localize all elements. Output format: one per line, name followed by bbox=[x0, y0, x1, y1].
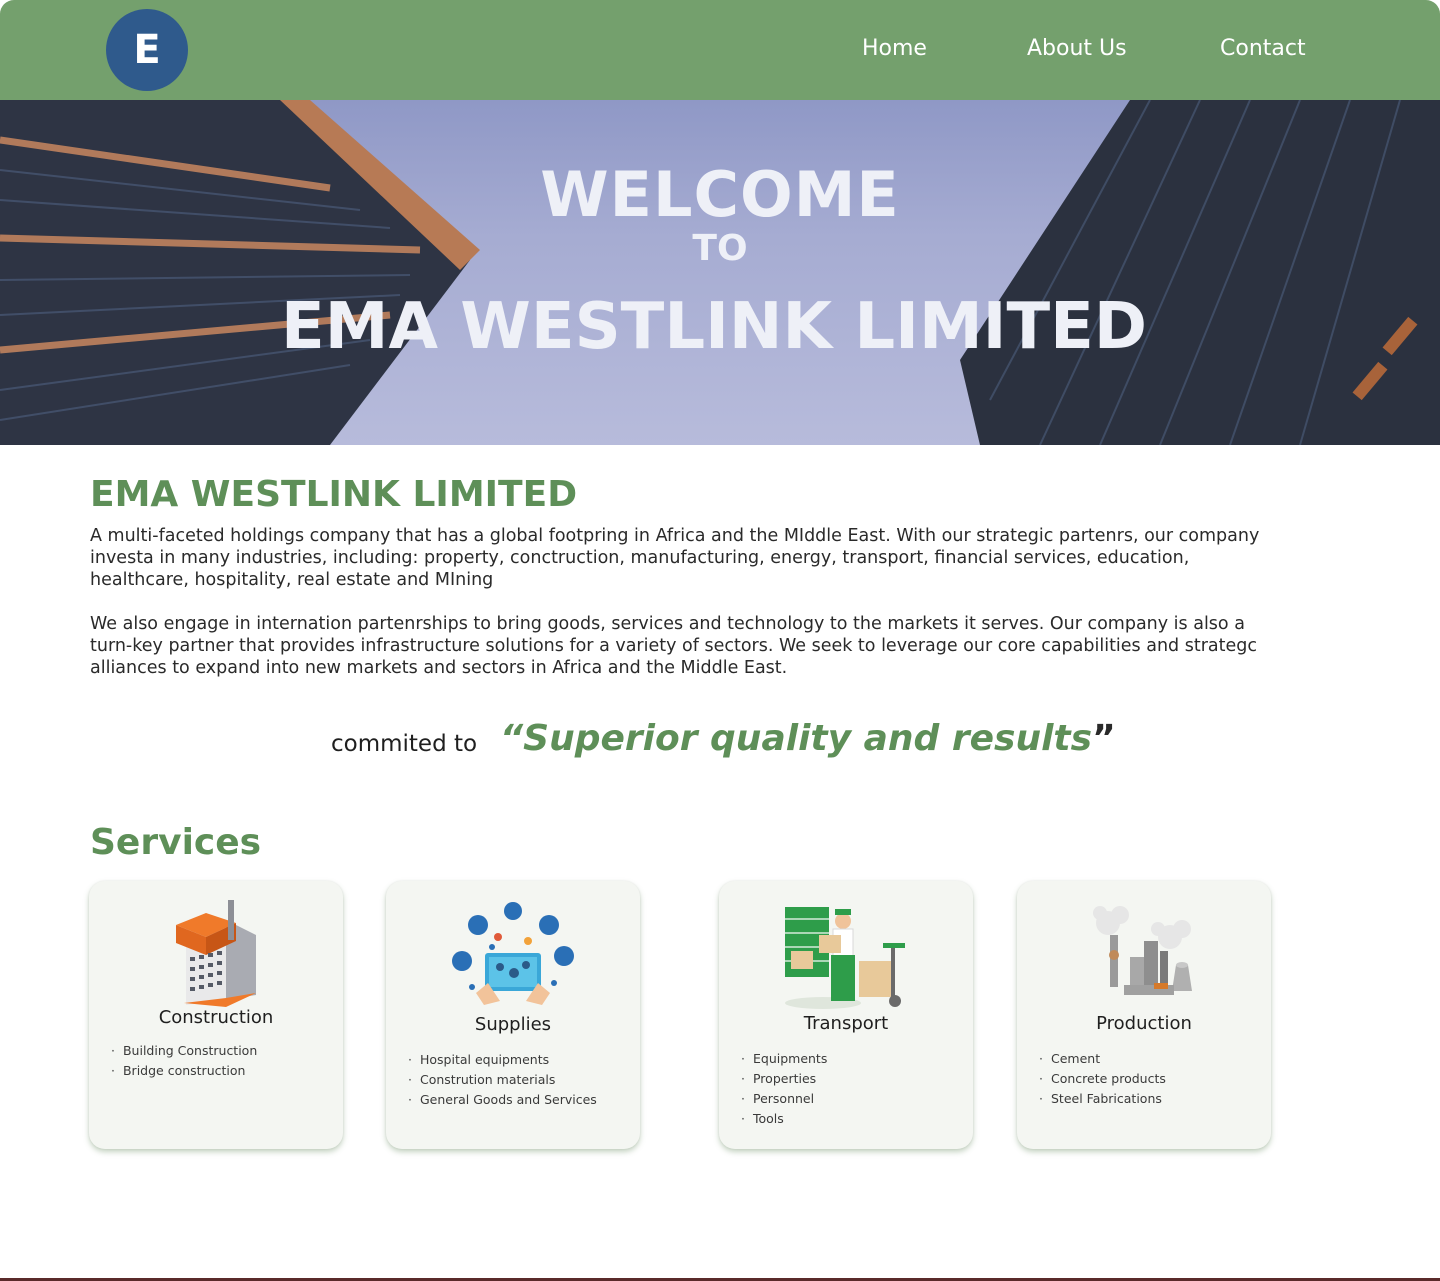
service-card-transport[interactable]: Transport Equipments Properties Personne… bbox=[719, 881, 973, 1149]
hero-buildings-image bbox=[0, 100, 1440, 445]
logo[interactable]: E bbox=[106, 9, 188, 91]
service-card-production[interactable]: Production Cement Concrete products Stee… bbox=[1017, 881, 1271, 1149]
logo-letter: E bbox=[133, 27, 161, 73]
list-item: Cement bbox=[1039, 1049, 1166, 1069]
card-title: Production bbox=[1096, 1013, 1192, 1034]
list-item: Personnel bbox=[741, 1089, 827, 1109]
hero-welcome: WELCOME bbox=[540, 158, 900, 231]
card-title: Supplies bbox=[474, 1014, 552, 1035]
about-paragraph-1: A multi-faceted holdings company that ha… bbox=[90, 526, 1260, 590]
card-title: Transport bbox=[803, 1013, 889, 1034]
list-item: Bridge construction bbox=[111, 1061, 257, 1081]
service-card-supplies[interactable]: Supplies Hospital equipments Constrution… bbox=[386, 881, 640, 1149]
hero-banner: WELCOME TO EMA WESTLINK LIMITED bbox=[0, 100, 1440, 445]
list-item: Constrution materials bbox=[408, 1070, 597, 1090]
list-item: Equipments bbox=[741, 1049, 827, 1069]
list-item: Properties bbox=[741, 1069, 827, 1089]
site-header: E Home About Us Contact bbox=[0, 0, 1440, 100]
nav-contact[interactable]: Contact bbox=[1220, 36, 1306, 61]
list-item: General Goods and Services bbox=[408, 1090, 597, 1110]
about-paragraph-2: We also engage in internation partenrshi… bbox=[90, 614, 1257, 678]
list-item: Concrete products bbox=[1039, 1069, 1166, 1089]
list-item: Steel Fabrications bbox=[1039, 1089, 1166, 1109]
nav-home[interactable]: Home bbox=[862, 36, 927, 61]
delivery-worker-icon bbox=[719, 903, 973, 1011]
about-title: EMA WESTLINK LIMITED bbox=[90, 474, 578, 515]
list-item: Tools bbox=[741, 1109, 827, 1129]
tagline-quote-close: ” bbox=[1092, 718, 1116, 759]
hero-company-name: EMA WESTLINK LIMITED bbox=[281, 290, 1147, 364]
list-item: Hospital equipments bbox=[408, 1050, 597, 1070]
card-list: Equipments Properties Personnel Tools bbox=[741, 1049, 827, 1129]
factory-icon bbox=[1017, 905, 1271, 1001]
nav-about-us[interactable]: About Us bbox=[1027, 36, 1127, 61]
tagline-lead: commited to bbox=[331, 731, 478, 757]
card-list: Hospital equipments Constrution material… bbox=[408, 1050, 597, 1110]
card-list: Building Construction Bridge constructio… bbox=[111, 1041, 257, 1081]
supplies-icon bbox=[386, 901, 640, 1009]
hero-to: TO bbox=[692, 228, 748, 269]
service-card-construction[interactable]: Construction Building Construction Bridg… bbox=[89, 881, 343, 1149]
tagline-quote: “Superior quality and results” bbox=[500, 718, 1116, 759]
services-title: Services bbox=[90, 822, 262, 863]
tagline-quote-text: “Superior quality and results bbox=[500, 718, 1093, 759]
card-list: Cement Concrete products Steel Fabricati… bbox=[1039, 1049, 1166, 1109]
list-item: Building Construction bbox=[111, 1041, 257, 1061]
building-icon bbox=[89, 895, 343, 1007]
card-title: Construction bbox=[158, 1007, 274, 1028]
